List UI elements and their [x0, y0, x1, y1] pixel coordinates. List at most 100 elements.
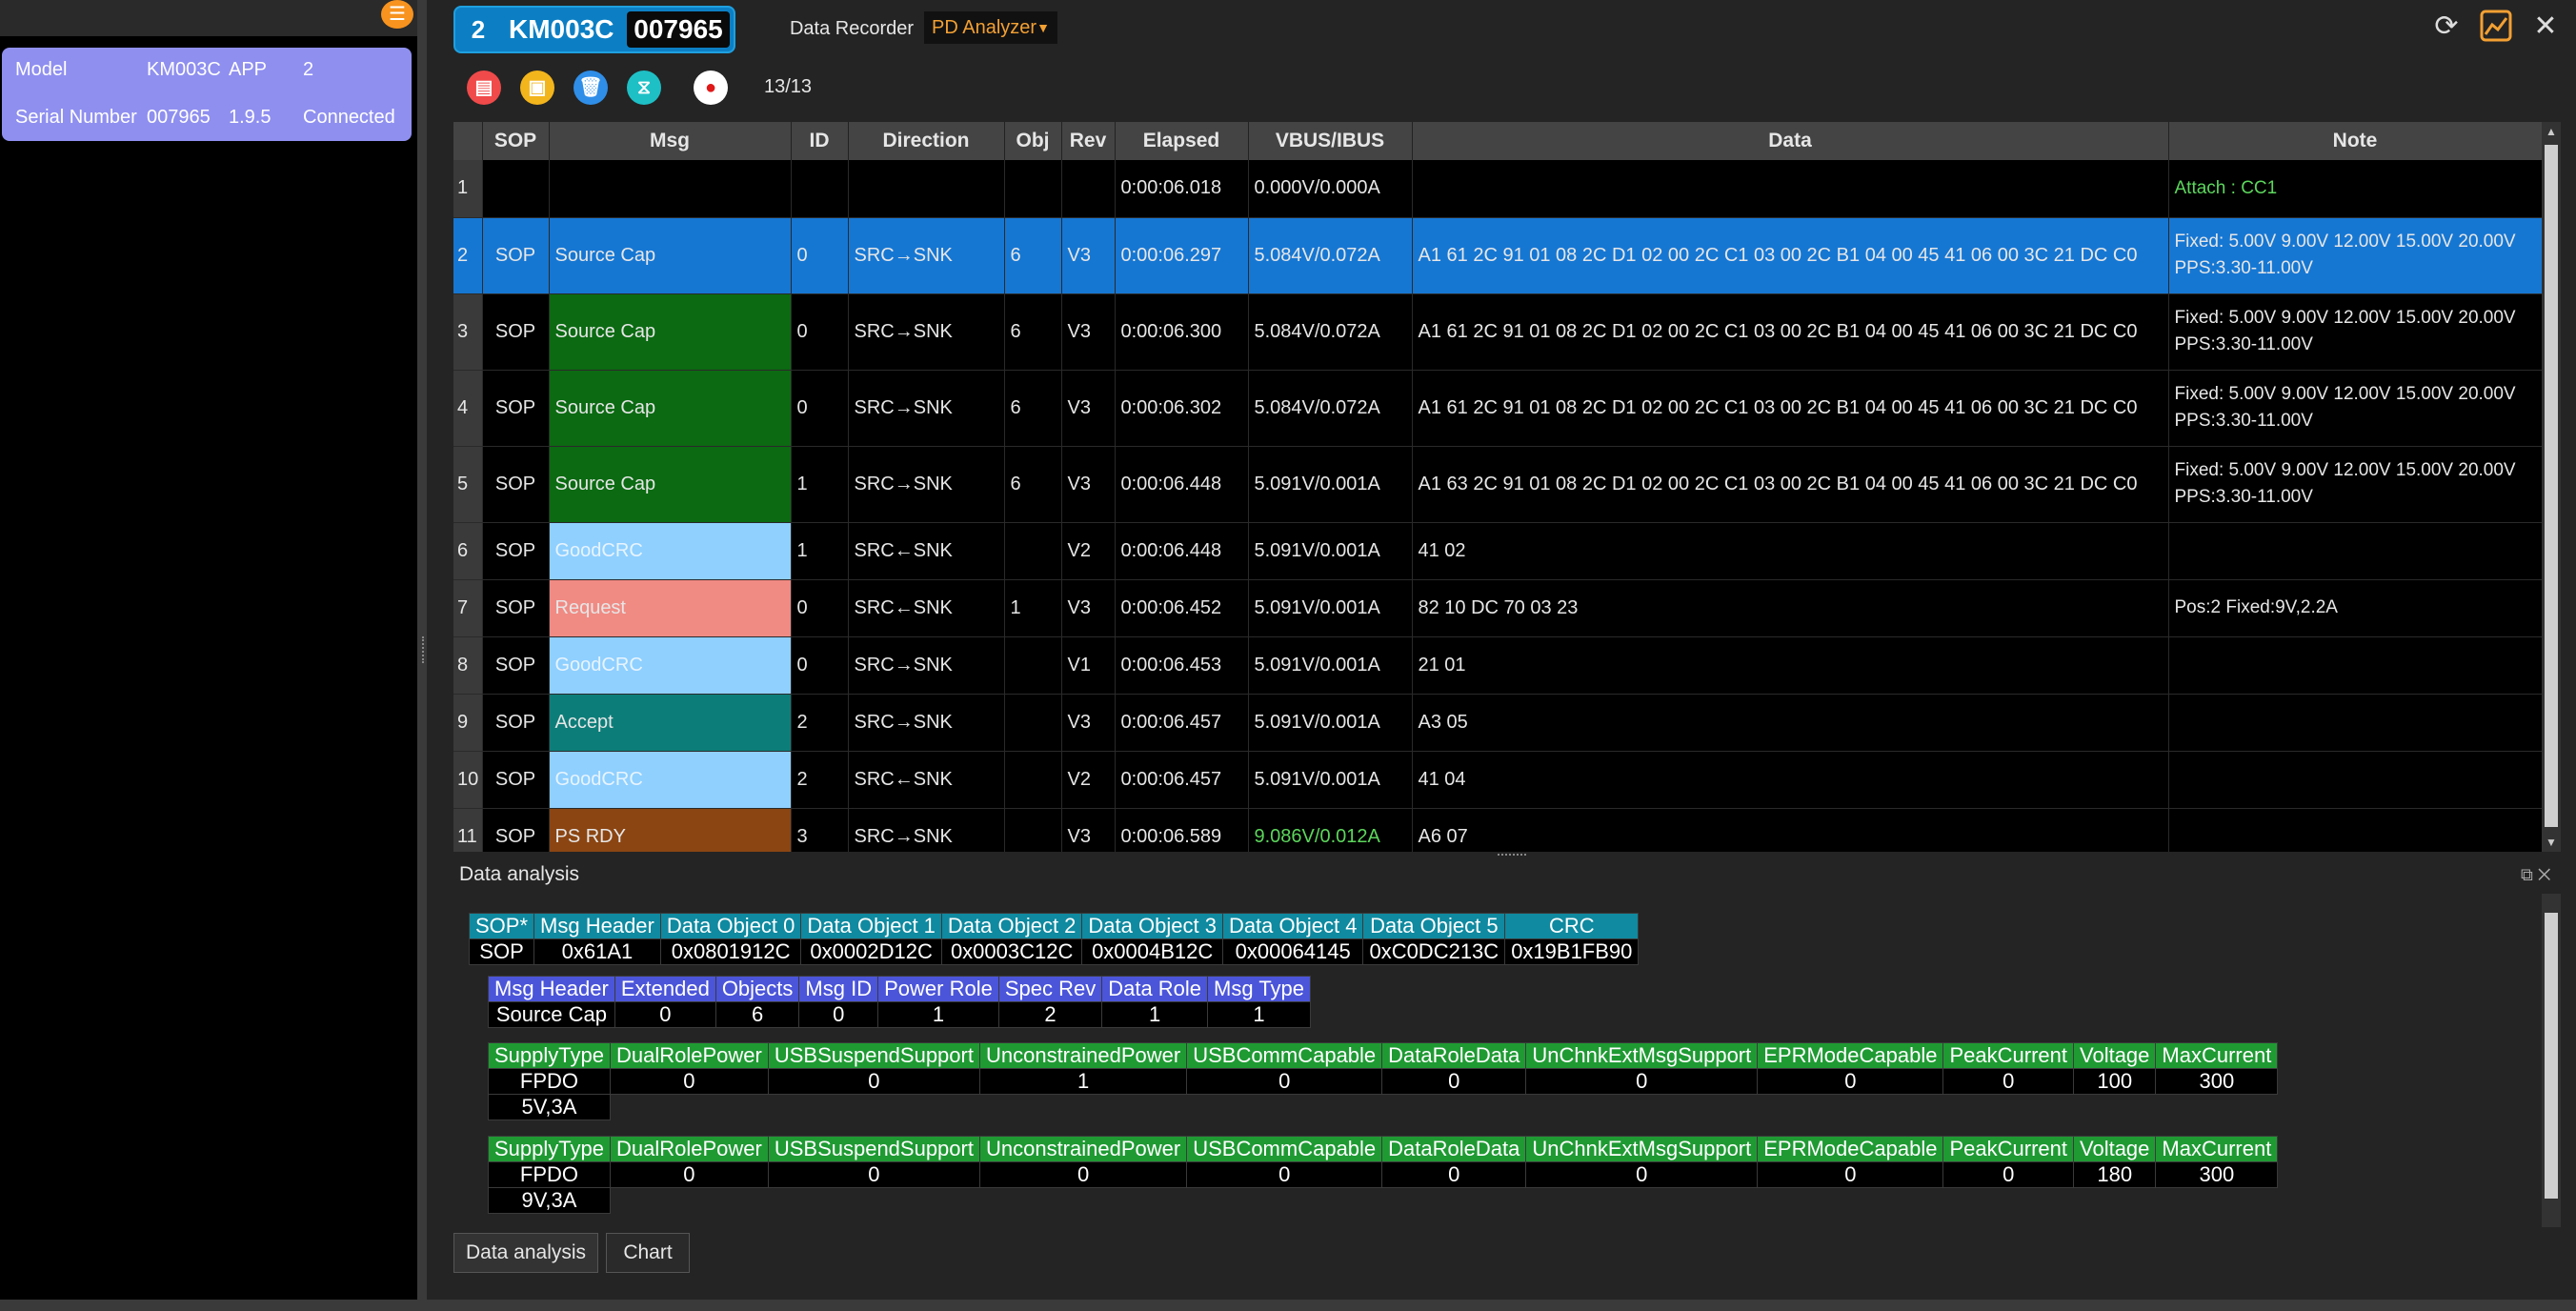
table-row[interactable]: 3 SOP Source Cap 0 SRC→SNK 6 V3 0:00:06.300 5.08… — [453, 293, 2542, 371]
serial-value: 007965 — [147, 107, 211, 128]
table-row[interactable]: 4 SOP Source Cap 0 SRC→SNK 6 V3 0:00:06.302 5.08… — [453, 370, 2542, 447]
cell-rev: V3 — [1061, 579, 1116, 637]
cell-obj — [1004, 808, 1062, 852]
cell-sop: SOP — [482, 293, 550, 371]
cell-rownum: 3 — [453, 293, 483, 371]
tab-data-analysis[interactable]: Data analysis — [453, 1233, 598, 1273]
refresh-icon[interactable]: ⟳ — [2429, 10, 2464, 44]
cell-direction: SRC←SNK — [848, 751, 1005, 809]
device-tab[interactable]: 2 KM003C 007965 — [453, 6, 735, 53]
record-icon[interactable]: ● — [694, 71, 728, 105]
cell-direction: SRC→SNK — [848, 217, 1005, 294]
filter-icon[interactable]: ⧖ — [627, 71, 661, 105]
float-icon[interactable]: ⧉ — [2521, 865, 2533, 884]
column-header-obj[interactable]: Obj — [1004, 122, 1062, 160]
pdo-value-cell: 0 — [1186, 1068, 1383, 1095]
cell-data: A1 61 2C 91 01 08 2C D1 02 00 2C C1 03 0… — [1412, 293, 2169, 371]
cell-obj: 6 — [1004, 217, 1062, 294]
column-header-rev[interactable]: Rev — [1061, 122, 1116, 160]
cell-id: 2 — [791, 751, 849, 809]
cell-data: A3 05 — [1412, 694, 2169, 752]
tab-chart[interactable]: Chart — [606, 1233, 690, 1273]
pdo-value-cell: 300 — [2155, 1068, 2279, 1095]
cell-elapsed: 0:00:06.457 — [1115, 694, 1249, 752]
pdo-header-cell: UnChnkExtMsgSupport — [1525, 1042, 1759, 1069]
msg-header-header-cell: Power Role — [877, 976, 999, 1002]
device-tab-number: 2 — [471, 15, 486, 44]
msg-header-header-cell: Msg Header — [488, 976, 615, 1002]
cell-direction: SRC→SNK — [848, 370, 1005, 447]
msg-header-header-cell: Msg ID — [798, 976, 879, 1002]
table-row[interactable]: 1 0:00:06.018 0.000V/0.000A Attach : CC1 — [453, 160, 2542, 218]
analysis-scrollbar-thumb[interactable] — [2545, 913, 2558, 1199]
delete-icon[interactable]: 🗑 — [574, 71, 608, 105]
cell-rownum: 6 — [453, 522, 483, 580]
scroll-down-icon[interactable]: ▼ — [2542, 833, 2561, 852]
close-icon[interactable]: ✕ — [2528, 10, 2563, 44]
cell-direction: SRC→SNK — [848, 808, 1005, 852]
analysis-scrollbar[interactable] — [2542, 894, 2561, 1227]
column-header-vbus-ibus[interactable]: VBUS/IBUS — [1248, 122, 1413, 160]
cell-data: 41 04 — [1412, 751, 2169, 809]
cell-rev: V3 — [1061, 446, 1116, 523]
table-row[interactable]: 6 SOP GoodCRC 1 SRC←SNK V2 0:00:06.448 5.091V/0… — [453, 522, 2542, 580]
sop-header-cell: Msg Header — [533, 913, 661, 939]
list-icon[interactable]: ☰ — [381, 0, 413, 29]
column-header-note[interactable]: Note — [2168, 122, 2542, 160]
table-row[interactable]: 5 SOP Source Cap 1 SRC→SNK 6 V3 0:00:06.448 5.09… — [453, 446, 2542, 523]
table-row[interactable]: 2 SOP Source Cap 0 SRC→SNK 6 V3 0:00:06.297 5.08… — [453, 217, 2542, 294]
pane-splitter-grip[interactable] — [1498, 854, 1526, 856]
open-folder-icon[interactable]: ▤ — [467, 71, 501, 105]
pdo-table-header: SupplyType DualRolePower USBSuspendSupport… — [488, 1136, 2279, 1162]
table-row[interactable]: 11 SOP PS RDY 3 SRC→SNK V3 0:00:06.589 9.086V/0… — [453, 808, 2542, 852]
tab-pd-analyzer[interactable]: PD Analyzer ▼ — [924, 11, 1057, 44]
cell-elapsed: 0:00:06.297 — [1115, 217, 1249, 294]
sop-header-cell: Data Object 2 — [940, 913, 1083, 939]
cell-rownum: 7 — [453, 579, 483, 637]
column-header-elapsed[interactable]: Elapsed — [1115, 122, 1249, 160]
cell-msg: GoodCRC — [549, 751, 792, 809]
cell-rownum: 5 — [453, 446, 483, 523]
firmware-version: 1.9.5 — [229, 107, 272, 128]
column-header-sop[interactable]: SOP — [482, 122, 550, 160]
pdo-header-cell: MaxCurrent — [2155, 1136, 2279, 1162]
serial-label: Serial Number — [15, 107, 137, 128]
splitter-grip[interactable] — [422, 636, 426, 663]
tab-data-recorder[interactable]: Data Recorder — [787, 13, 916, 44]
scrollbar-thumb[interactable] — [2545, 145, 2558, 827]
chevron-down-icon[interactable]: ▼ — [1036, 11, 1050, 44]
message-counter: 13/13 — [764, 76, 813, 97]
sop-value-cell: 0x00064145 — [1221, 938, 1364, 965]
cell-id: 0 — [791, 217, 849, 294]
table-row[interactable]: 9 SOP Accept 2 SRC→SNK V3 0:00:06.457 5.091V/0.… — [453, 694, 2542, 752]
device-card[interactable]: Model KM003C APP 2 Serial Number 007965 … — [2, 48, 412, 141]
cell-vbus: 5.091V/0.001A — [1248, 579, 1413, 637]
cell-rev: V1 — [1061, 636, 1116, 695]
pdo-header-cell: USBCommCapable — [1186, 1136, 1383, 1162]
table-row[interactable]: 7 SOP Request 0 SRC←SNK 1 V3 0:00:06.452 5.091V/… — [453, 579, 2542, 637]
cell-data — [1412, 160, 2169, 218]
column-header-msg[interactable]: Msg — [549, 122, 792, 160]
table-row[interactable]: 8 SOP GoodCRC 0 SRC→SNK V1 0:00:06.453 5.091V/0… — [453, 636, 2542, 695]
data-analysis-pane: SOP* Msg Header Data Object 0 Data Object 1… — [453, 894, 2542, 1227]
cell-elapsed: 0:00:06.300 — [1115, 293, 1249, 371]
msg-header-value-cell: 1 — [877, 1001, 999, 1028]
cell-msg: PS RDY — [549, 808, 792, 852]
table-row[interactable]: 10 SOP GoodCRC 2 SRC←SNK V2 0:00:06.457 5.091V/… — [453, 751, 2542, 809]
column-header-direction[interactable]: Direction — [848, 122, 1005, 160]
close-pane-icon[interactable]: ✕ — [2538, 865, 2551, 884]
save-icon[interactable]: ▣ — [520, 71, 554, 105]
cell-sop: SOP — [482, 446, 550, 523]
device-tab-serial: 007965 — [627, 11, 730, 48]
scroll-up-icon[interactable]: ▲ — [2542, 122, 2561, 141]
chart-icon[interactable] — [2479, 10, 2513, 44]
note-line: Fixed: 5.00V 9.00V 12.00V 15.00V 20.00V — [2174, 460, 2516, 480]
table-scrollbar[interactable]: ▲ ▼ — [2542, 122, 2561, 852]
column-header-data[interactable]: Data — [1412, 122, 2169, 160]
analysis-window-buttons: ⧉ ✕ — [2521, 865, 2551, 885]
status-strip — [0, 1300, 2576, 1311]
cell-elapsed: 0:00:06.448 — [1115, 522, 1249, 580]
cell-rev: V3 — [1061, 694, 1116, 752]
sop-header-cell: Data Object 4 — [1221, 913, 1364, 939]
column-header-id[interactable]: ID — [791, 122, 849, 160]
